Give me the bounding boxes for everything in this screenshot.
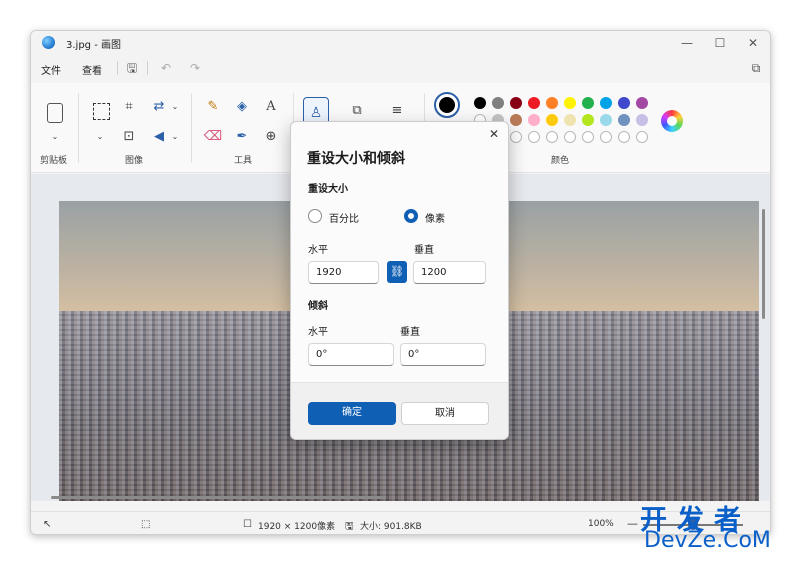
color-swatch[interactable]: [546, 114, 558, 126]
menu-separator: [147, 61, 148, 75]
radio-pixels[interactable]: [404, 209, 418, 223]
ribbon-separator: [191, 93, 192, 163]
horizontal-scrollbar[interactable]: [51, 496, 386, 499]
color-picker-icon[interactable]: ✒: [232, 127, 252, 147]
height-input[interactable]: 1200: [413, 261, 486, 284]
vertical-label: 垂直: [414, 245, 434, 256]
radio-pixels-label[interactable]: 像素: [425, 210, 445, 225]
crop-icon[interactable]: ⌗: [119, 97, 139, 117]
lock-aspect-ratio-icon[interactable]: ⛓: [387, 261, 407, 283]
canvas-size-icon: ☐: [243, 519, 252, 530]
color-swatch[interactable]: [564, 97, 576, 109]
color-swatch[interactable]: [528, 114, 540, 126]
selection-icon: ⬚: [141, 519, 151, 530]
stroke-size-icon[interactable]: ≡: [387, 101, 407, 121]
custom-color-slot[interactable]: [546, 131, 558, 143]
zoom-out-icon[interactable]: —: [627, 517, 638, 530]
watermark-bottom-text: DevZe.CoM: [644, 528, 771, 553]
share-icon[interactable]: ⧉: [747, 60, 765, 76]
chevron-down-icon[interactable]: ⌄: [165, 97, 185, 117]
resize-section-title: 重设大小: [308, 184, 348, 195]
select-icon[interactable]: [93, 103, 110, 120]
undo-icon[interactable]: ↶: [157, 60, 175, 76]
paint-app-icon: [42, 36, 55, 49]
ribbon-separator: [78, 93, 79, 163]
color-swatch[interactable]: [618, 114, 630, 126]
close-button[interactable]: ✕: [737, 33, 769, 53]
custom-color-slot[interactable]: [510, 131, 522, 143]
chevron-down-icon[interactable]: ⌄: [90, 127, 110, 147]
file-size: 大小: 901.8KB: [360, 522, 422, 532]
custom-color-slot[interactable]: [600, 131, 612, 143]
color-swatch[interactable]: [582, 114, 594, 126]
site-watermark: 开发者 DevZe.CoM: [640, 498, 795, 558]
save-icon[interactable]: 🖫: [123, 60, 141, 76]
color-swatch[interactable]: [582, 97, 594, 109]
custom-color-slot[interactable]: [528, 131, 540, 143]
cursor-icon: ↖: [43, 519, 52, 530]
custom-color-slot[interactable]: [636, 131, 648, 143]
title-bar: 3.jpg - 画图 — ☐ ✕: [31, 31, 770, 55]
skew-section-title: 倾斜: [308, 301, 328, 312]
window-title: 3.jpg - 画图: [66, 40, 121, 51]
group-label-colors: 颜色: [551, 156, 570, 166]
custom-color-slot[interactable]: [582, 131, 594, 143]
maximize-button[interactable]: ☐: [704, 33, 736, 53]
color-swatch[interactable]: [636, 97, 648, 109]
zoom-level: 100%: [588, 519, 614, 529]
color-swatch[interactable]: [618, 97, 630, 109]
image-dimensions: 1920 × 1200像素: [258, 522, 336, 532]
menu-separator: [117, 61, 118, 75]
custom-color-slot[interactable]: [618, 131, 630, 143]
image-select-icon[interactable]: ⊡: [119, 127, 139, 147]
active-color-swatch[interactable]: [434, 92, 460, 118]
group-label-clipboard: 剪贴板: [40, 156, 68, 166]
chevron-down-icon[interactable]: ⌄: [45, 127, 65, 147]
cancel-button[interactable]: 取消: [401, 402, 489, 425]
color-swatch[interactable]: [564, 114, 576, 126]
group-label-tools: 工具: [234, 156, 253, 166]
color-swatch[interactable]: [510, 97, 522, 109]
redo-icon[interactable]: ↷: [186, 60, 204, 76]
radio-percent[interactable]: [308, 209, 322, 223]
vertical-scrollbar[interactable]: [762, 209, 765, 319]
color-swatch[interactable]: [600, 97, 612, 109]
color-swatch[interactable]: [528, 97, 540, 109]
color-swatch[interactable]: [636, 114, 648, 126]
skew-horizontal-input[interactable]: 0°: [308, 343, 394, 366]
paste-icon[interactable]: [47, 103, 63, 123]
width-input[interactable]: 1920: [308, 261, 379, 284]
menu-bar: 文件 查看 🖫 ↶ ↷ ⧉: [31, 55, 770, 81]
ok-button[interactable]: 确定: [308, 402, 396, 425]
resize-skew-dialog: ✕ 重设大小和倾斜 重设大小 百分比 像素 水平 垂直 1920 ⛓ 1200 …: [290, 121, 509, 440]
shapes-icon[interactable]: ⧉: [347, 101, 367, 121]
dialog-footer: 确定 取消: [291, 382, 508, 439]
menu-view[interactable]: 查看: [82, 62, 102, 77]
fill-icon[interactable]: ◈: [232, 97, 252, 117]
magnifier-icon[interactable]: ⊕: [261, 127, 281, 147]
color-swatch[interactable]: [510, 114, 522, 126]
skew-vertical-input[interactable]: 0°: [400, 343, 486, 366]
color-swatch[interactable]: [546, 97, 558, 109]
menu-file[interactable]: 文件: [41, 62, 61, 77]
eraser-icon[interactable]: ⌫: [203, 127, 223, 147]
dialog-title: 重设大小和倾斜: [307, 151, 405, 167]
minimize-button[interactable]: —: [671, 33, 703, 53]
dialog-close-icon[interactable]: ✕: [486, 126, 502, 142]
edit-colors-icon[interactable]: [661, 110, 683, 132]
custom-color-slot[interactable]: [564, 131, 576, 143]
color-swatch[interactable]: [474, 97, 486, 109]
file-size-icon: 🖫: [345, 521, 354, 532]
active-color-fill: [439, 97, 455, 113]
color-swatch[interactable]: [492, 97, 504, 109]
chevron-down-icon[interactable]: ⌄: [165, 127, 185, 147]
horizontal-label: 水平: [308, 245, 328, 256]
color-swatch[interactable]: [600, 114, 612, 126]
radio-percent-label[interactable]: 百分比: [329, 210, 359, 225]
skew-vertical-label: 垂直: [400, 327, 420, 338]
text-tool-icon[interactable]: A: [261, 97, 281, 117]
pencil-icon[interactable]: ✎: [203, 97, 223, 117]
group-label-image: 图像: [125, 156, 144, 166]
skew-horizontal-label: 水平: [308, 327, 328, 338]
